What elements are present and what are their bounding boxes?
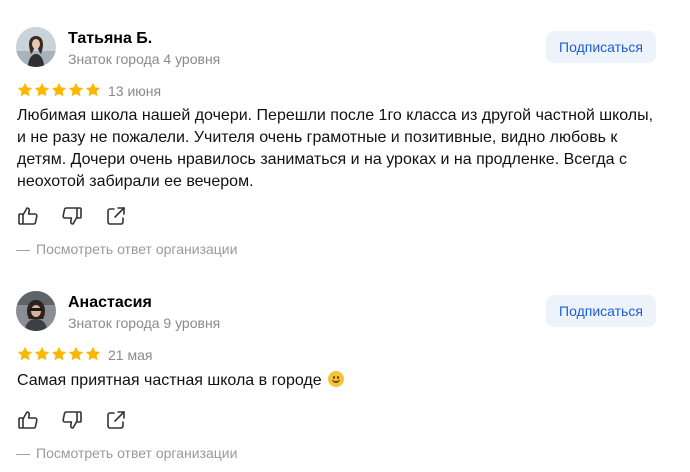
- org-reply-dash: —: [16, 241, 30, 257]
- like-icon[interactable]: [17, 409, 39, 431]
- star-icon: [51, 82, 67, 98]
- subscribe-button[interactable]: Подписаться: [546, 295, 656, 327]
- author-name[interactable]: Татьяна Б.: [68, 29, 152, 49]
- dislike-icon[interactable]: [61, 205, 83, 227]
- star-icon: [68, 82, 84, 98]
- author-name[interactable]: Анастасия: [68, 293, 152, 313]
- rating-stars: [17, 82, 101, 98]
- subscribe-button[interactable]: Подписаться: [546, 31, 656, 63]
- star-icon: [17, 346, 33, 362]
- dislike-icon[interactable]: [61, 409, 83, 431]
- org-reply-dash: —: [16, 445, 30, 461]
- review-text: Самая приятная частная школа в городе: [17, 370, 657, 392]
- star-icon: [34, 82, 50, 98]
- view-org-reply-link[interactable]: — Посмотреть ответ организации: [16, 240, 237, 258]
- star-icon: [34, 346, 50, 362]
- review-date: 13 июня: [108, 83, 162, 99]
- star-icon: [85, 346, 101, 362]
- review-actions: [17, 409, 149, 431]
- smiling-face-emoji-icon: [328, 371, 345, 387]
- rating-stars: [17, 346, 101, 362]
- star-icon: [85, 82, 101, 98]
- review-text-content: Самая приятная частная школа в городе: [17, 372, 322, 389]
- view-org-reply-link[interactable]: — Посмотреть ответ организации: [16, 444, 237, 462]
- star-icon: [68, 346, 84, 362]
- review-text: Любимая школа нашей дочери. Перешли посл…: [17, 107, 654, 190]
- org-reply-label: Посмотреть ответ организации: [36, 241, 238, 257]
- author-level: Знаток города 4 уровня: [68, 51, 221, 67]
- org-reply-label: Посмотреть ответ организации: [36, 445, 238, 461]
- author-level: Знаток города 9 уровня: [68, 315, 221, 331]
- review-date: 21 мая: [108, 347, 153, 363]
- share-icon[interactable]: [105, 205, 127, 227]
- share-icon[interactable]: [105, 409, 127, 431]
- avatar[interactable]: [16, 27, 56, 67]
- star-icon: [51, 346, 67, 362]
- review-actions: [17, 205, 149, 227]
- star-icon: [17, 82, 33, 98]
- like-icon[interactable]: [17, 205, 39, 227]
- avatar[interactable]: [16, 291, 56, 331]
